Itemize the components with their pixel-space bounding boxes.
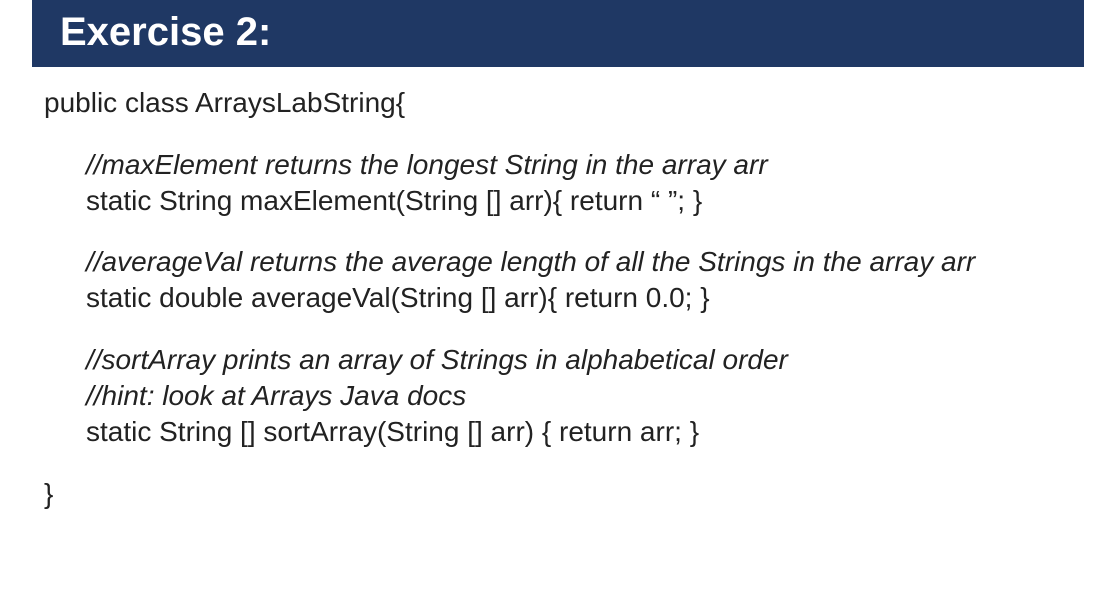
comment-sortArray-1: //sortArray prints an array of Strings i… [86, 342, 1084, 378]
class-close-brace: } [44, 476, 1084, 512]
method-block-maxElement: //maxElement returns the longest String … [86, 147, 1084, 219]
method-block-averageVal: //averageVal returns the average length … [86, 244, 1084, 316]
signature-sortArray: static String [] sortArray(String [] arr… [86, 414, 1084, 450]
comment-maxElement: //maxElement returns the longest String … [86, 147, 1084, 183]
code-area: public class ArraysLabString{ //maxEleme… [0, 67, 1116, 511]
slide: Exercise 2: public class ArraysLabString… [0, 0, 1116, 608]
signature-maxElement: static String maxElement(String [] arr){… [86, 183, 1084, 219]
signature-averageVal: static double averageVal(String [] arr){… [86, 280, 1084, 316]
exercise-title: Exercise 2: [60, 10, 271, 54]
method-block-sortArray: //sortArray prints an array of Strings i… [86, 342, 1084, 449]
comment-sortArray-2: //hint: look at Arrays Java docs [86, 378, 1084, 414]
exercise-header: Exercise 2: [32, 0, 1084, 67]
class-declaration: public class ArraysLabString{ [44, 85, 1084, 121]
comment-averageVal: //averageVal returns the average length … [86, 244, 1084, 280]
